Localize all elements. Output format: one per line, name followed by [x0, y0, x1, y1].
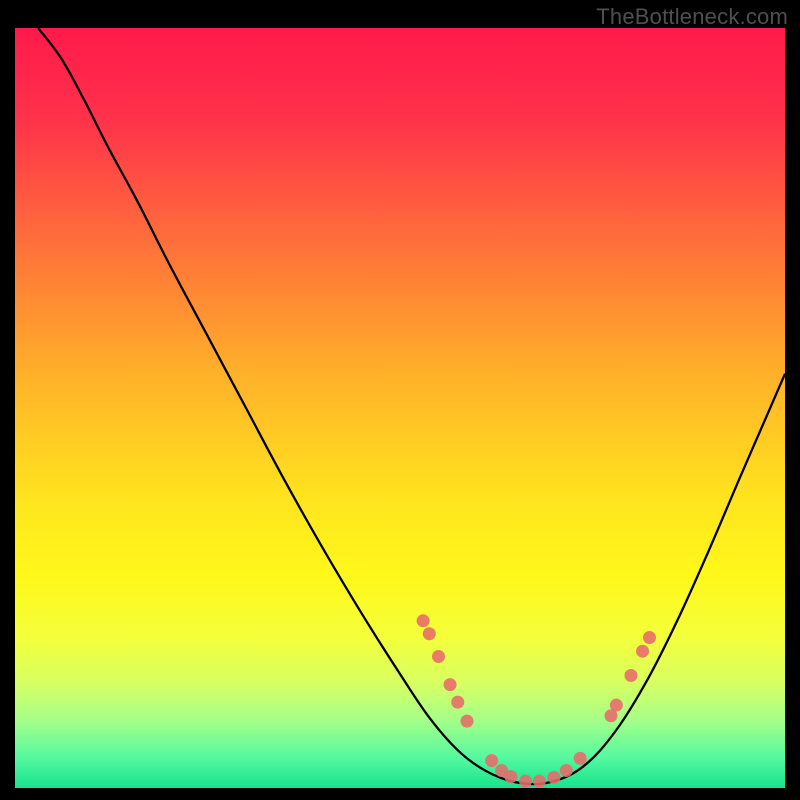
sample-dot — [417, 614, 430, 627]
sample-dot — [636, 645, 649, 658]
sample-dot — [504, 770, 517, 783]
sample-dot — [423, 627, 436, 640]
sample-dot — [533, 775, 546, 788]
sample-dot — [610, 699, 623, 712]
sample-dot — [560, 764, 573, 777]
sample-dot — [444, 678, 457, 691]
sample-dot — [625, 669, 638, 682]
sample-dot — [548, 771, 561, 784]
sample-dot — [460, 715, 473, 728]
watermark-text: TheBottleneck.com — [596, 4, 788, 30]
sample-dot — [451, 696, 464, 709]
sample-dot — [519, 775, 532, 788]
sample-dot — [485, 754, 498, 767]
sample-dot — [643, 631, 656, 644]
chart-svg — [15, 28, 785, 788]
sample-dot — [574, 752, 587, 765]
chart-container — [15, 28, 785, 788]
sample-dot — [432, 650, 445, 663]
